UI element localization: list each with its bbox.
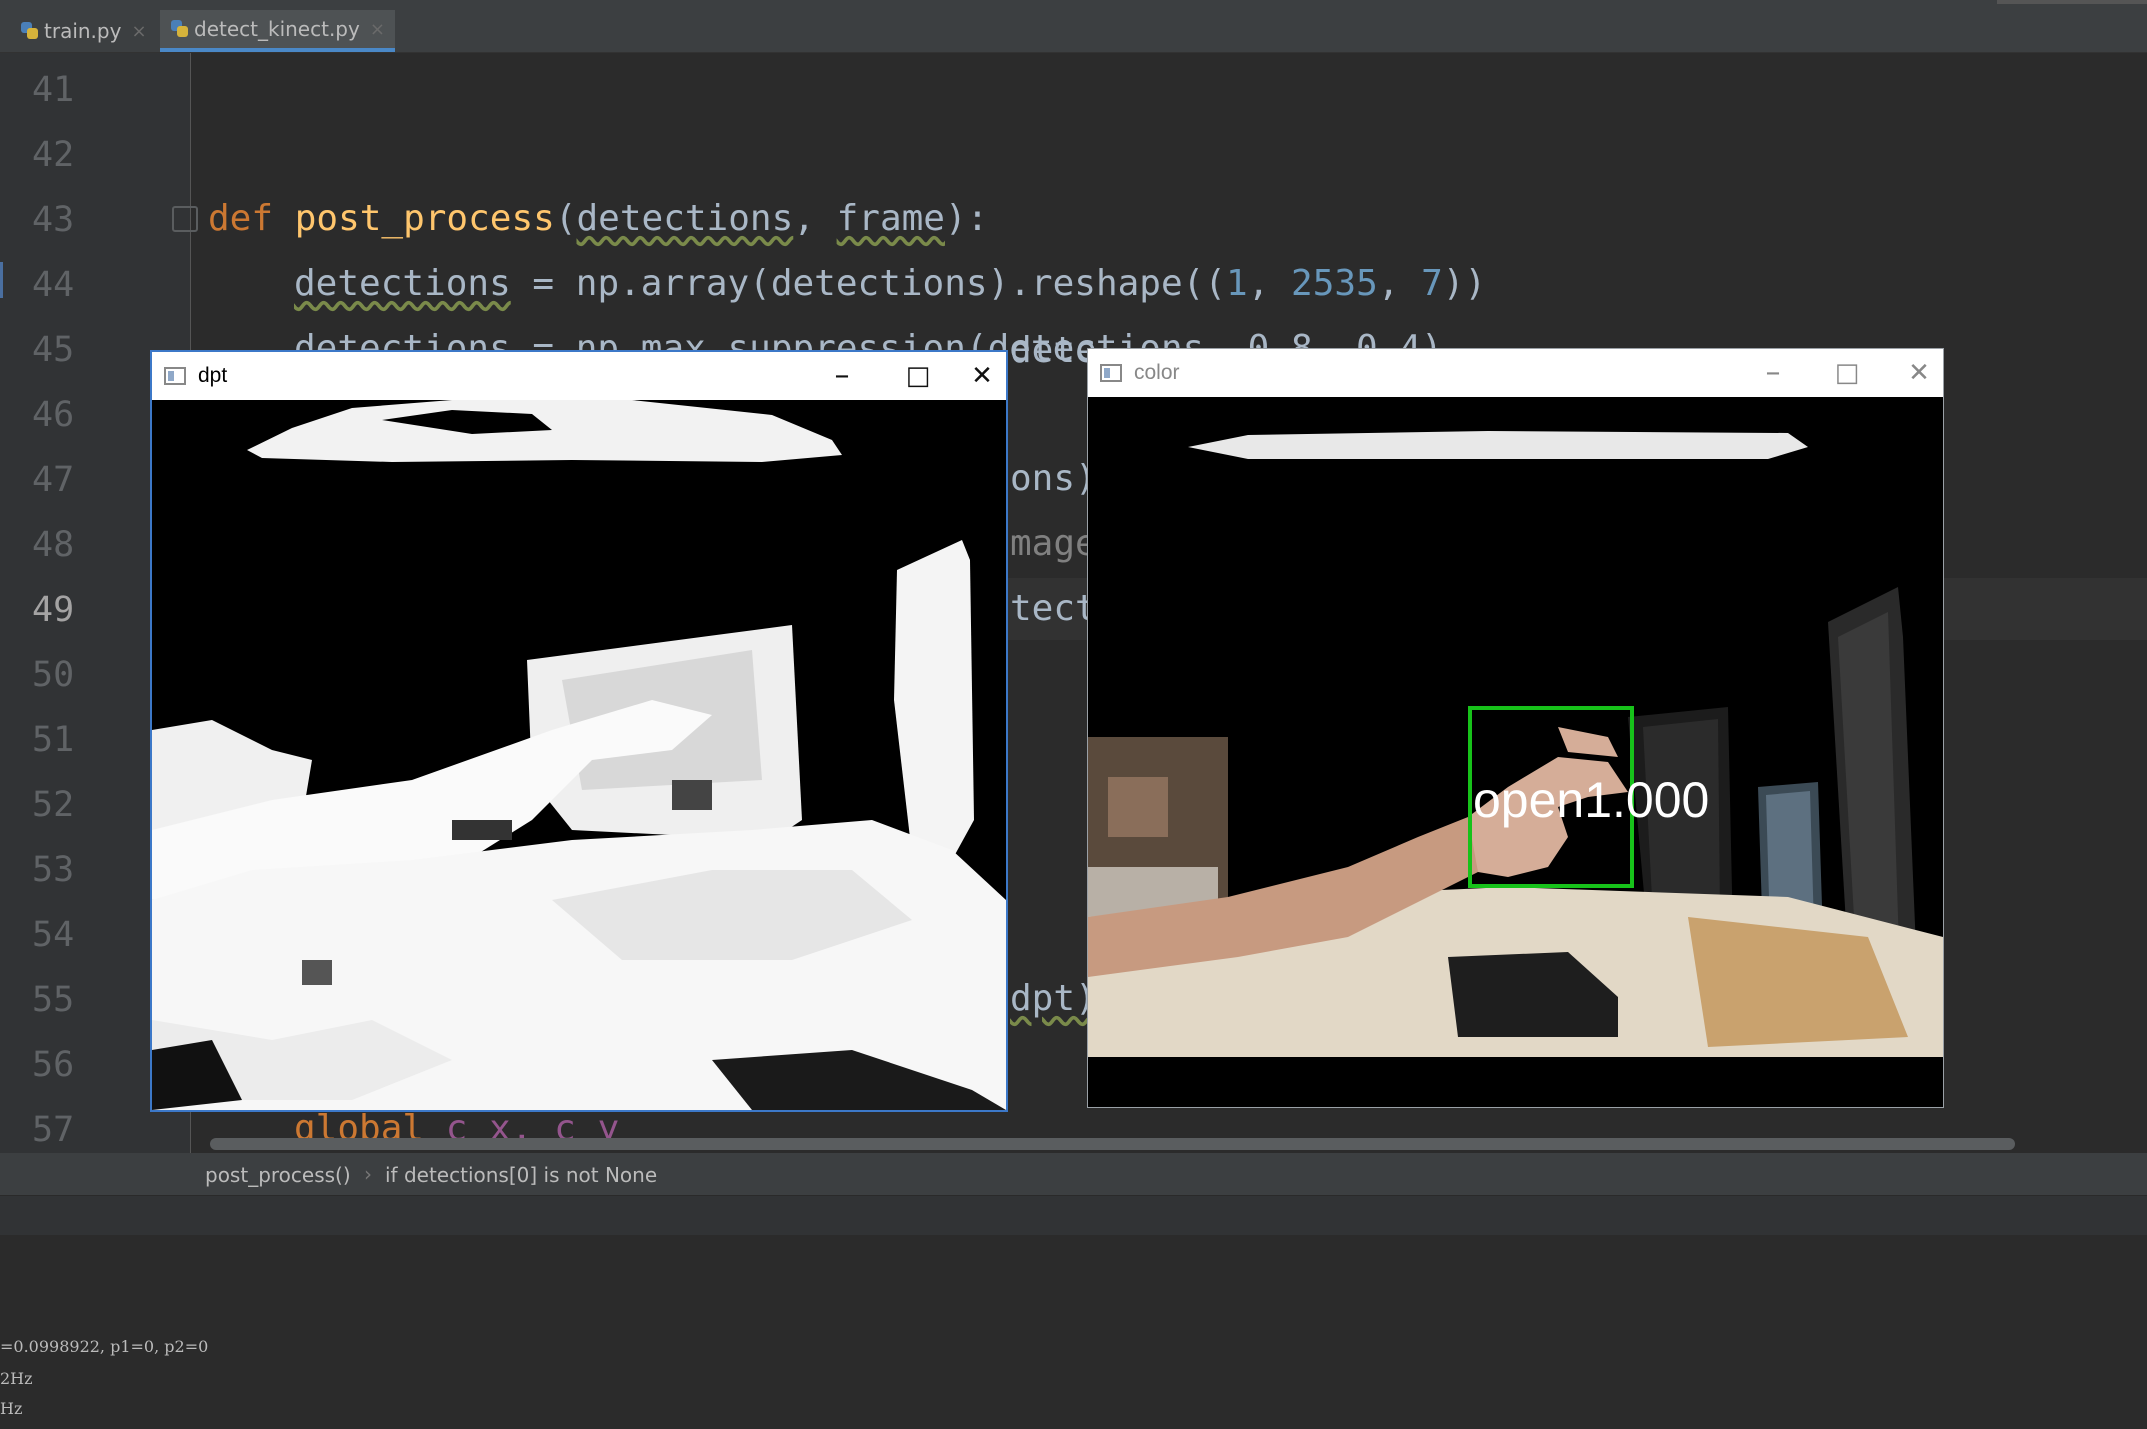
line-number: 54 [32, 915, 75, 955]
horizontal-scrollbar[interactable] [210, 1138, 2015, 1150]
close-icon[interactable]: × [131, 21, 146, 42]
code-fragment: tect [1010, 588, 1097, 629]
code-text: )) [1442, 263, 1487, 304]
line-number: 48 [32, 525, 75, 565]
window-title: color [1134, 361, 1180, 384]
window-titlebar[interactable]: dpt – □ ✕ [152, 352, 1006, 400]
tab-label: detect_kinect.py [194, 17, 360, 41]
python-file-icon [20, 21, 40, 41]
param-detections: detections [576, 198, 794, 239]
python-file-icon [170, 19, 190, 39]
code-line-44[interactable]: detections = np.array(detections).reshap… [294, 263, 1486, 304]
maximize-button[interactable]: □ [1827, 355, 1867, 391]
breadcrumb-separator: › [364, 1162, 372, 1186]
dpt-window[interactable]: dpt – □ ✕ [150, 350, 1008, 1112]
line-number: 41 [32, 70, 75, 110]
line-number: 44 [32, 265, 75, 305]
depth-image-render [152, 400, 1006, 1110]
code-fragment: dete [1010, 330, 1097, 371]
color-window[interactable]: color – □ ✕ open1.000 [1087, 348, 1944, 1108]
code-fragment: mage [1010, 523, 1097, 564]
line-number: 47 [32, 460, 75, 500]
paren-colon: ): [944, 198, 989, 239]
console-line: =0.0998922, p1=0, p2=0 [0, 1337, 209, 1356]
depth-image [152, 400, 1006, 1110]
breadcrumb: post_process() › if detections[0] is not… [0, 1153, 2147, 1195]
minimize-button[interactable]: – [822, 358, 862, 394]
line-number: 56 [32, 1045, 75, 1085]
window-title: dpt [198, 364, 228, 387]
line-number: 52 [32, 785, 75, 825]
line-number: 43 [32, 200, 75, 240]
code-line-43[interactable]: def post_process(detections, frame): [208, 198, 988, 239]
gutter-marker [0, 262, 3, 298]
detection-label: open1.000 [1473, 772, 1710, 828]
window-app-icon [164, 367, 186, 385]
paren: ( [554, 198, 577, 239]
line-number: 51 [32, 720, 75, 760]
window-app-icon [1100, 364, 1122, 382]
keyword-def: def [208, 198, 274, 239]
code-fragment: ons) [1010, 458, 1097, 499]
comma: , [1247, 263, 1292, 304]
line-number: 57 [32, 1110, 75, 1150]
close-icon[interactable]: × [370, 19, 385, 40]
color-image-render [1088, 397, 1943, 1107]
code-fragment: dpt) [1010, 978, 1097, 1019]
color-image: open1.000 [1088, 397, 1943, 1107]
breadcrumb-item-function[interactable]: post_process() [205, 1163, 351, 1187]
line-number-current: 49 [32, 590, 75, 630]
comma: , [1377, 263, 1422, 304]
line-number: 46 [32, 395, 75, 435]
number: 1 [1226, 263, 1248, 304]
tab-train-py[interactable]: train.py × [10, 10, 157, 52]
console-line: Hz [0, 1399, 23, 1418]
tab-detect-kinect-py[interactable]: detect_kinect.py × [160, 10, 395, 52]
breadcrumb-item-if[interactable]: if detections[0] is not None [385, 1163, 657, 1187]
run-console[interactable]: =0.0998922, p1=0, p2=0 2Hz Hz [0, 1235, 2147, 1429]
fold-toggle-icon[interactable] [172, 206, 198, 232]
maximize-button[interactable]: □ [898, 358, 938, 394]
panel-splitter[interactable] [0, 1195, 2147, 1236]
close-button[interactable]: ✕ [962, 358, 1002, 394]
window-titlebar[interactable]: color – □ ✕ [1088, 349, 1943, 397]
number: 7 [1421, 263, 1443, 304]
number: 2535 [1291, 263, 1378, 304]
title-strip [1997, 0, 2147, 4]
line-number: 55 [32, 980, 75, 1020]
tab-label: train.py [44, 19, 122, 43]
close-button[interactable]: ✕ [1899, 355, 1939, 391]
minimize-button[interactable]: – [1753, 355, 1793, 391]
code-text: = np.array(detections).reshape(( [510, 263, 1226, 304]
editor-tab-bar: train.py × detect_kinect.py × [0, 0, 2147, 53]
console-line: 2Hz [0, 1369, 33, 1388]
var-detections: detections [294, 263, 511, 304]
comma: , [793, 198, 837, 239]
line-number: 50 [32, 655, 75, 695]
param-frame: frame [836, 198, 945, 239]
line-number: 42 [32, 135, 75, 175]
function-name: post_process [294, 198, 555, 239]
line-number: 45 [32, 330, 75, 370]
line-number: 53 [32, 850, 75, 890]
